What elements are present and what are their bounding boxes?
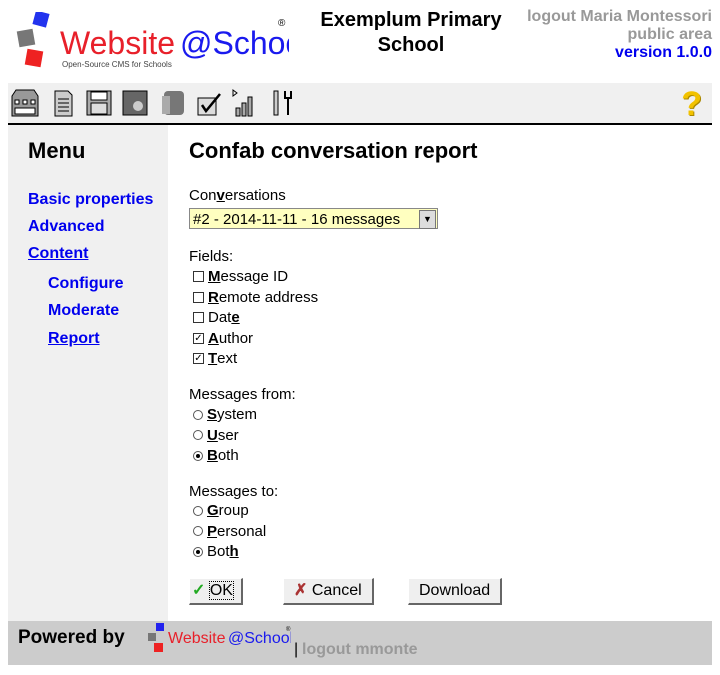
svg-text:®: ® [278, 18, 286, 29]
fields-option[interactable]: Remote address [193, 289, 318, 306]
check-icon: ✓ [192, 582, 206, 599]
messages-from-label: Messages from: [189, 386, 296, 403]
fields-label: Fields: [189, 248, 234, 265]
website-at-school-logo: Website @School Open-Source CMS for Scho… [16, 12, 289, 69]
toolbar: ? [8, 83, 712, 125]
option-label: User [207, 426, 239, 444]
svg-text:®: ® [286, 626, 291, 633]
accountmanager-icon[interactable] [158, 88, 188, 118]
option-label: Both [207, 447, 239, 464]
option-label: System [207, 406, 258, 423]
startcenter-icon[interactable] [10, 88, 40, 118]
svg-text:@School: @School [228, 630, 291, 647]
ok-button[interactable]: ✓ OK [189, 578, 243, 605]
fields-option[interactable]: Message ID [193, 268, 288, 285]
fields-option[interactable]: ✓ Text [193, 350, 237, 367]
to-option[interactable]: Both [193, 543, 239, 560]
cancel-button[interactable]: ✗ Cancel [283, 578, 374, 605]
site-title: Exemplum Primary School [320, 9, 502, 56]
option-label: Message ID [208, 268, 289, 285]
option-label: Author [208, 329, 254, 347]
menu-report[interactable]: Report [48, 330, 100, 348]
footer-logo[interactable]: Website @School® [146, 623, 291, 655]
checkbox[interactable] [193, 312, 204, 323]
footer-separator: | [294, 641, 299, 658]
filemanager-icon[interactable] [84, 88, 114, 118]
conversations-label: Conversations [189, 187, 286, 204]
chevron-down-icon[interactable]: ▼ [419, 210, 436, 229]
download-button[interactable]: Download [408, 578, 503, 605]
radio-button[interactable] [193, 505, 203, 516]
checkbox[interactable]: ✓ [193, 353, 204, 364]
pagemanager-icon[interactable] [48, 88, 78, 118]
cancel-x-icon: ✗ [294, 582, 308, 599]
checkbox[interactable]: ✓ [193, 332, 204, 344]
svg-text:@School: @School [180, 25, 289, 61]
powered-by-label: Powered by [18, 627, 125, 648]
svg-text:Website: Website [168, 630, 226, 647]
option-label: Remote address [208, 288, 319, 306]
svg-text:Open-Source CMS for Schools: Open-Source CMS for Schools [62, 60, 172, 69]
menu-basic-properties[interactable]: Basic properties [28, 191, 153, 209]
svg-text:Website: Website [60, 25, 175, 61]
modules-icon[interactable] [120, 88, 150, 118]
to-option[interactable]: Personal [193, 523, 266, 540]
from-option[interactable]: Both [193, 447, 239, 464]
option-label: Both [207, 543, 239, 560]
version-link[interactable]: version 1.0.0 [527, 44, 712, 62]
footer: Powered by Website @School ® | logout mmon… [8, 621, 712, 665]
statistics-icon[interactable] [230, 88, 260, 118]
fields-option[interactable]: Date [193, 309, 240, 326]
help-icon[interactable]: ? [681, 85, 702, 124]
user-info: logout Maria Montessori public area vers… [527, 8, 712, 62]
menu-moderate[interactable]: Moderate [48, 302, 119, 320]
radio-button[interactable] [193, 430, 203, 440]
footer-logout-link[interactable]: logout mmonte [302, 641, 418, 659]
sidebar: Menu Basic properties Advanced Content C… [8, 125, 168, 621]
radio-button[interactable] [193, 409, 203, 420]
option-label: Text [208, 350, 238, 367]
to-option[interactable]: Group [193, 502, 249, 519]
area-label: public area [627, 26, 712, 43]
messages-to-label: Messages to: [189, 483, 279, 500]
menu-content[interactable]: Content [28, 245, 88, 263]
page-title: Confab conversation report [189, 138, 478, 163]
from-option[interactable]: User [193, 427, 239, 444]
option-label: Group [207, 502, 249, 519]
checkbox[interactable] [193, 271, 204, 282]
radio-button[interactable] [193, 546, 203, 557]
radio-button[interactable] [193, 526, 203, 536]
logout-link[interactable]: logout Maria Montessori [527, 8, 712, 26]
radio-button[interactable] [193, 450, 203, 461]
option-label: Personal [207, 522, 267, 540]
configurationmanager-icon[interactable] [194, 88, 224, 118]
menu-advanced[interactable]: Advanced [28, 218, 104, 236]
fields-option[interactable]: ✓ Author [193, 330, 253, 347]
checkbox[interactable] [193, 291, 204, 303]
from-option[interactable]: System [193, 406, 257, 423]
tools-icon[interactable] [268, 88, 298, 118]
menu-configure[interactable]: Configure [48, 275, 124, 293]
menu-title: Menu [28, 138, 86, 163]
conversations-select[interactable]: #2 - 2014-11-11 - 16 messages ▼ [189, 208, 438, 229]
option-label: Date [208, 309, 240, 326]
